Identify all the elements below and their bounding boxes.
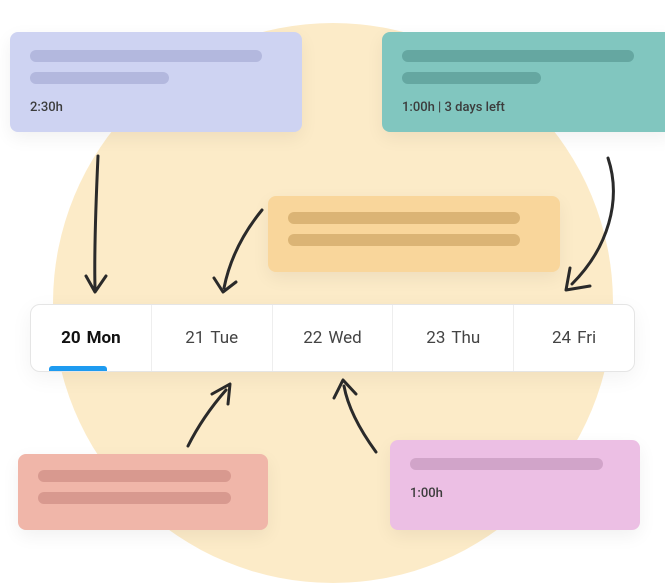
task-card-purple[interactable]: 2:30h bbox=[10, 32, 302, 132]
day-abbr: Mon bbox=[87, 328, 121, 348]
day-number: 23 bbox=[426, 328, 445, 348]
day-abbr: Fri bbox=[577, 328, 596, 348]
placeholder-line bbox=[30, 72, 169, 84]
week-strip: 20 Mon 21 Tue 22 Wed 23 Thu 24 Fri bbox=[30, 304, 635, 372]
day-fri[interactable]: 24 Fri bbox=[513, 305, 634, 371]
day-wed[interactable]: 22 Wed bbox=[272, 305, 393, 371]
placeholder-line bbox=[38, 492, 231, 504]
task-card-teal[interactable]: 1:00h | 3 days left bbox=[382, 32, 665, 132]
day-abbr: Wed bbox=[328, 328, 361, 348]
day-number: 22 bbox=[303, 328, 322, 348]
day-number: 20 bbox=[61, 328, 81, 348]
task-meta: 1:00h bbox=[410, 486, 620, 501]
placeholder-line bbox=[288, 234, 520, 246]
placeholder-line bbox=[30, 50, 262, 62]
task-meta: 1:00h | 3 days left bbox=[402, 100, 654, 115]
day-number: 21 bbox=[185, 328, 204, 348]
placeholder-line bbox=[402, 50, 634, 62]
task-card-coral[interactable] bbox=[18, 454, 268, 530]
task-card-orange[interactable] bbox=[268, 196, 560, 272]
day-thu[interactable]: 23 Thu bbox=[392, 305, 513, 371]
task-meta: 2:30h bbox=[30, 100, 282, 115]
placeholder-line bbox=[410, 458, 603, 470]
day-abbr: Thu bbox=[451, 328, 480, 348]
placeholder-line bbox=[402, 72, 541, 84]
placeholder-line bbox=[288, 212, 520, 224]
day-abbr: Tue bbox=[210, 328, 238, 348]
task-card-pink[interactable]: 1:00h bbox=[390, 440, 640, 530]
day-number: 24 bbox=[552, 328, 571, 348]
selected-underline bbox=[49, 366, 107, 371]
day-tue[interactable]: 21 Tue bbox=[151, 305, 272, 371]
placeholder-line bbox=[38, 470, 231, 482]
day-mon[interactable]: 20 Mon bbox=[31, 305, 151, 371]
